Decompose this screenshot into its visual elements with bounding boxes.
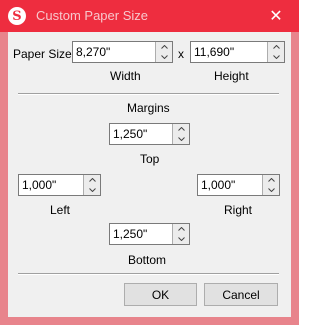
margin-top-value[interactable]: 1,250"	[113, 127, 147, 141]
chevron-up-icon	[272, 45, 280, 49]
title-bar[interactable]: S Custom Paper Size ✕	[0, 0, 299, 32]
ok-button[interactable]: OK	[124, 283, 197, 306]
chevron-up-icon	[177, 127, 185, 131]
paper-width-spinner[interactable]: 8,270"	[72, 41, 173, 63]
chevron-up-icon	[88, 178, 96, 182]
margin-bottom-caption: Bottom	[128, 253, 167, 267]
close-button[interactable]: ✕	[253, 0, 299, 32]
paper-width-caption: Width	[110, 69, 141, 83]
app-logo-icon: S	[8, 7, 26, 25]
margin-right-spinner[interactable]: 1,000"	[197, 174, 280, 196]
chevron-up-icon	[160, 45, 168, 49]
paper-width-value[interactable]: 8,270"	[76, 45, 110, 59]
margin-top-spin-buttons	[172, 124, 189, 144]
margin-left-spinner[interactable]: 1,000"	[18, 174, 101, 196]
cancel-button-label: Cancel	[222, 287, 260, 302]
divider-bottom	[18, 273, 279, 275]
close-icon: ✕	[269, 8, 283, 25]
chevron-down-icon	[267, 188, 275, 192]
dialog-title: Custom Paper Size	[36, 8, 148, 23]
paper-width-spin-buttons	[155, 42, 172, 62]
margin-left-caption: Left	[50, 203, 71, 217]
divider-top	[18, 93, 279, 95]
margin-right-caption: Right	[224, 203, 253, 217]
paper-width-decrement-button[interactable]	[156, 52, 172, 62]
margin-left-value[interactable]: 1,000"	[22, 178, 56, 192]
chevron-down-icon	[88, 188, 96, 192]
margin-top-caption: Top	[140, 152, 160, 166]
dimension-separator: x	[178, 47, 184, 61]
ok-button-label: OK	[151, 287, 170, 302]
margins-heading: Margins	[127, 101, 170, 115]
chevron-up-icon	[177, 227, 185, 231]
paper-height-spin-buttons	[267, 42, 284, 62]
chevron-down-icon	[177, 137, 185, 141]
chevron-up-icon	[267, 178, 275, 182]
margin-bottom-decrement-button[interactable]	[173, 234, 189, 244]
margin-top-decrement-button[interactable]	[173, 134, 189, 144]
paper-size-label: Paper Size:	[13, 47, 76, 61]
margin-right-spin-buttons	[262, 175, 279, 195]
paper-height-decrement-button[interactable]	[268, 52, 284, 62]
margin-bottom-spin-buttons	[172, 224, 189, 244]
margin-left-spin-buttons	[83, 175, 100, 195]
margin-right-value[interactable]: 1,000"	[201, 178, 235, 192]
dialog-body: Paper Size: 8,270" Width x 11,690" Heigh…	[8, 32, 291, 317]
paper-height-spinner[interactable]: 11,690"	[190, 41, 285, 63]
chevron-down-icon	[177, 237, 185, 241]
margin-left-decrement-button[interactable]	[84, 185, 100, 195]
cancel-button[interactable]: Cancel	[204, 283, 278, 306]
chevron-down-icon	[160, 55, 168, 59]
chevron-down-icon	[272, 55, 280, 59]
custom-paper-size-dialog: S Custom Paper Size ✕ Paper Size: 8,270"…	[0, 0, 299, 325]
paper-height-value[interactable]: 11,690"	[194, 45, 234, 59]
paper-height-caption: Height	[214, 69, 249, 83]
margin-bottom-spinner[interactable]: 1,250"	[109, 223, 190, 245]
margin-top-spinner[interactable]: 1,250"	[109, 123, 190, 145]
margin-right-decrement-button[interactable]	[263, 185, 279, 195]
margin-bottom-value[interactable]: 1,250"	[113, 227, 147, 241]
